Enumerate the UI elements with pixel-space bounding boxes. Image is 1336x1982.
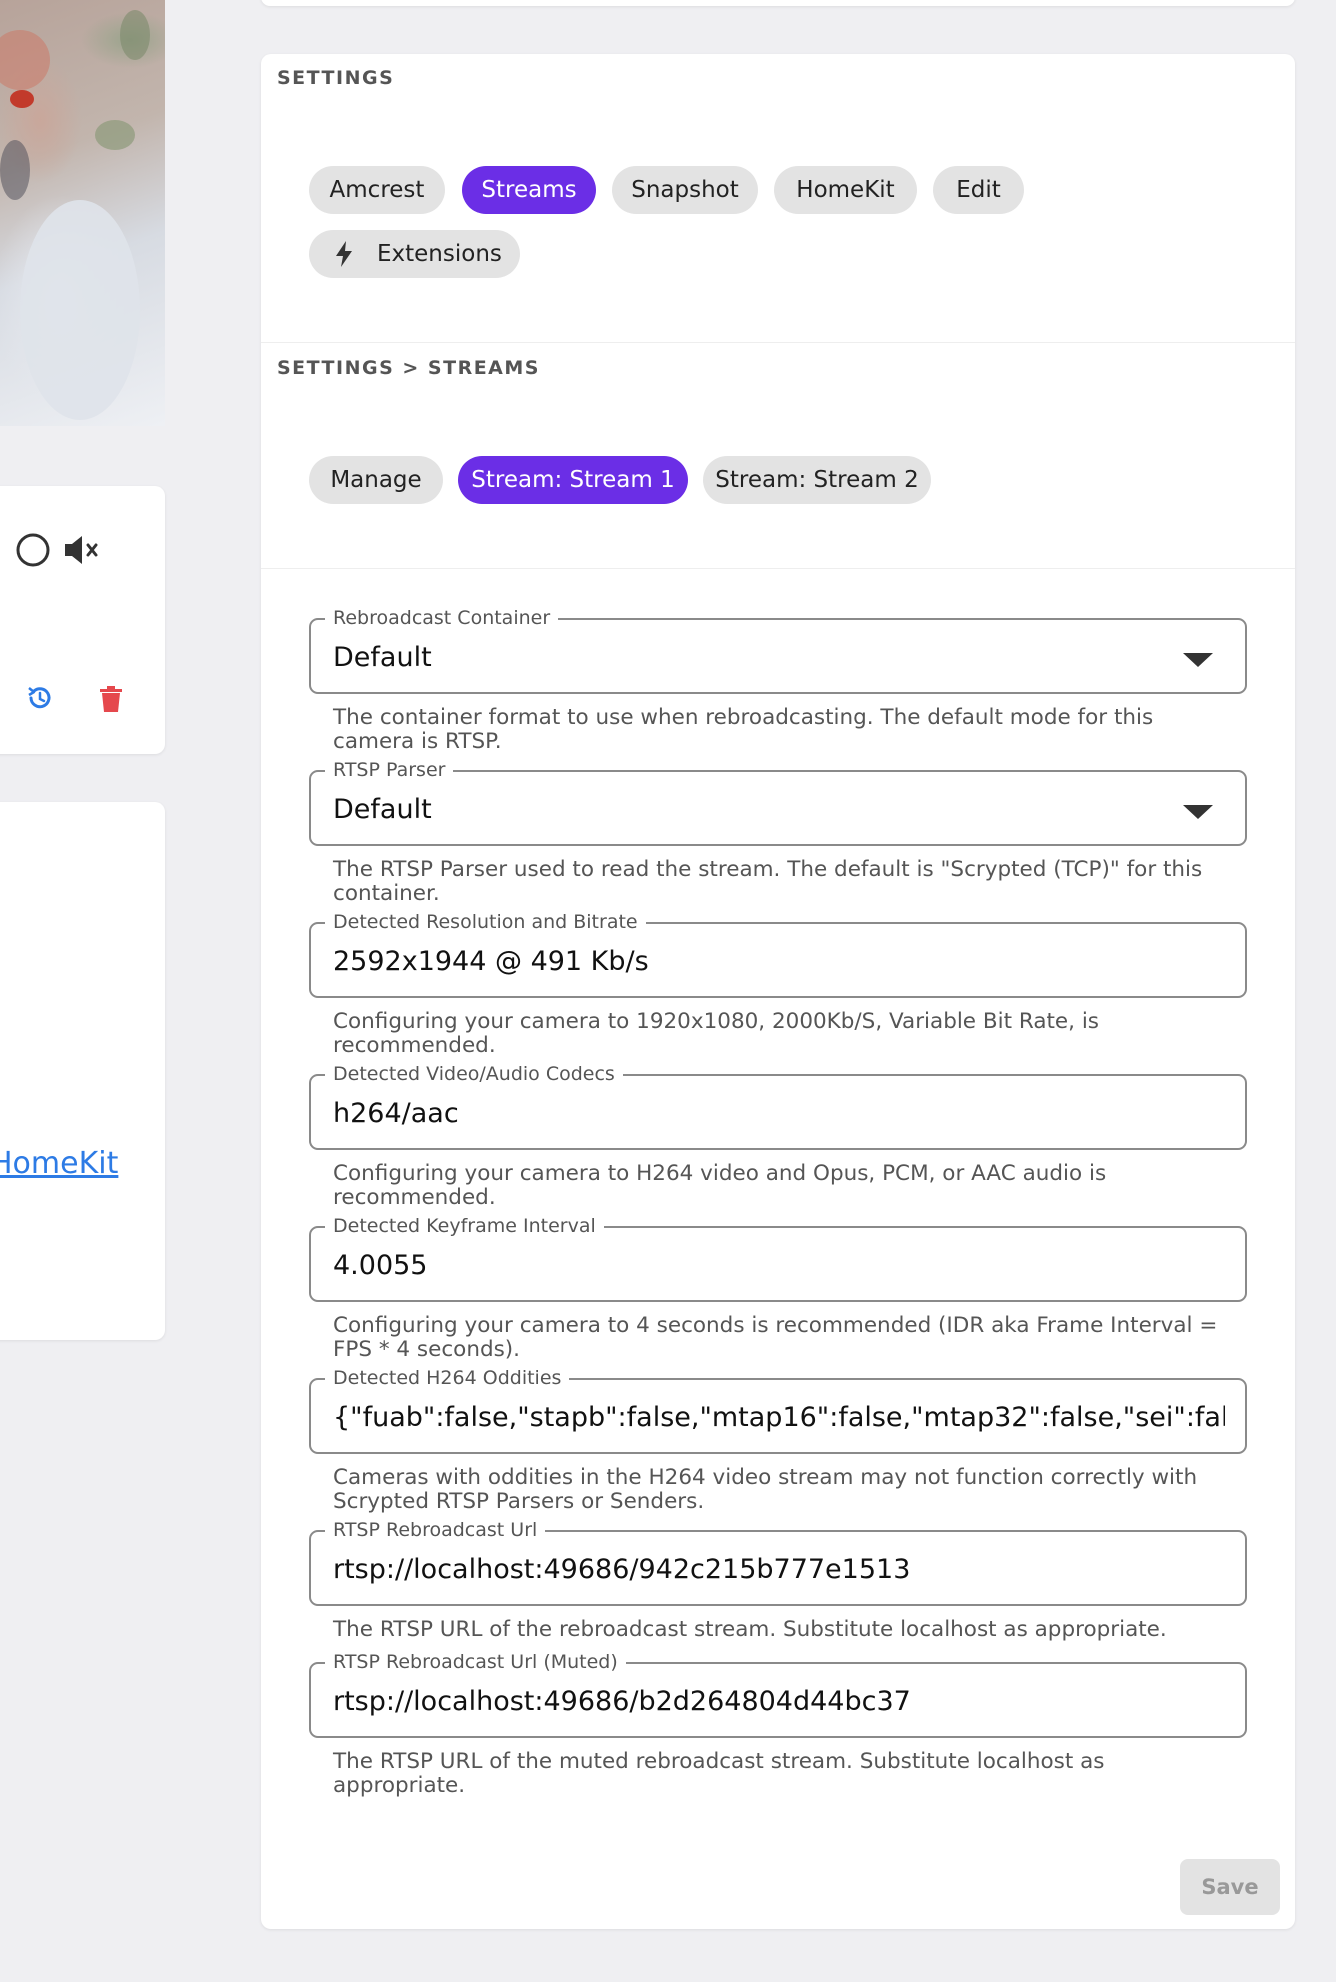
save-button[interactable]: Save (1180, 1859, 1280, 1915)
field-label: Detected Keyframe Interval (325, 1214, 604, 1238)
field-label: Detected Video/Audio Codecs (325, 1062, 623, 1086)
field-label: Rebroadcast Container (325, 606, 559, 630)
camera-snapshot-thumbnail[interactable] (0, 0, 165, 426)
tab-homekit[interactable]: HomeKit (774, 166, 917, 214)
previous-card-edge (261, 0, 1295, 6)
field-hint: Configuring your camera to 1920x1080, 20… (333, 1009, 1100, 1058)
field-value: {"fuab":false,"stapb":false,"mtap16":fal… (333, 1402, 1225, 1433)
field-hint: Configuring your camera to H264 video an… (333, 1161, 1107, 1210)
h264-oddities-field[interactable]: Detected H264 Oddities {"fuab":false,"st… (309, 1366, 1247, 1454)
field-value: Default (333, 794, 432, 825)
dropdown-caret-icon (1183, 653, 1213, 667)
homekit-link[interactable]: HomeKit (0, 1146, 118, 1181)
divider (261, 342, 1295, 343)
field-label: Detected Resolution and Bitrate (325, 910, 646, 934)
settings-title: SETTINGS (277, 67, 395, 89)
history-icon[interactable] (26, 684, 54, 712)
tab-amcrest[interactable]: Amcrest (309, 166, 445, 214)
field-value: rtsp://localhost:49686/b2d264804d44bc37 (333, 1686, 911, 1717)
field-hint: The RTSP URL of the muted rebroadcast st… (333, 1749, 1105, 1798)
camera-info-card (0, 802, 165, 1340)
rtsp-rebroadcast-url-muted-field[interactable]: RTSP Rebroadcast Url (Muted) rtsp://loca… (309, 1650, 1247, 1738)
field-value: Default (333, 642, 432, 673)
field-label: RTSP Rebroadcast Url (Muted) (325, 1650, 626, 1674)
tab-extensions[interactable]: Extensions (309, 230, 520, 278)
streams-title: SETTINGS > STREAMS (277, 357, 540, 379)
field-value: 4.0055 (333, 1250, 428, 1281)
tab-stream-2[interactable]: Stream: Stream 2 (703, 456, 931, 504)
field-hint: The container format to use when rebroad… (333, 705, 1154, 754)
keyframe-interval-field[interactable]: Detected Keyframe Interval 4.0055 (309, 1214, 1247, 1302)
camera-controls-card (0, 486, 165, 754)
tab-edit[interactable]: Edit (933, 166, 1024, 214)
tab-streams[interactable]: Streams (462, 166, 596, 214)
record-circle-icon[interactable] (14, 531, 52, 569)
field-label: Detected H264 Oddities (325, 1366, 570, 1390)
rtsp-rebroadcast-url-field[interactable]: RTSP Rebroadcast Url rtsp://localhost:49… (309, 1518, 1247, 1606)
field-hint: The RTSP URL of the rebroadcast stream. … (333, 1617, 1167, 1642)
trash-icon[interactable] (98, 685, 124, 713)
field-label: RTSP Parser (325, 758, 454, 782)
divider (261, 568, 1295, 569)
extensions-label: Extensions (377, 241, 502, 267)
field-hint: Configuring your camera to 4 seconds is … (333, 1313, 1218, 1362)
dropdown-caret-icon (1183, 805, 1213, 819)
tab-snapshot[interactable]: Snapshot (612, 166, 758, 214)
settings-card: SETTINGS Amcrest Streams Snapshot HomeKi… (261, 54, 1295, 1929)
field-value: h264/aac (333, 1098, 459, 1129)
codecs-field[interactable]: Detected Video/Audio Codecs h264/aac (309, 1062, 1247, 1150)
resolution-bitrate-field[interactable]: Detected Resolution and Bitrate 2592x194… (309, 910, 1247, 998)
field-label: RTSP Rebroadcast Url (325, 1518, 546, 1542)
tab-stream-1[interactable]: Stream: Stream 1 (458, 456, 688, 504)
field-value: 2592x1944 @ 491 Kb/s (333, 946, 649, 977)
rebroadcast-container-select[interactable]: Rebroadcast Container Default (309, 606, 1247, 694)
rtsp-parser-select[interactable]: RTSP Parser Default (309, 758, 1247, 846)
bolt-icon (336, 241, 352, 267)
field-value: rtsp://localhost:49686/942c215b777e1513 (333, 1554, 911, 1585)
field-hint: Cameras with oddities in the H264 video … (333, 1465, 1198, 1514)
field-hint: The RTSP Parser used to read the stream.… (333, 857, 1203, 906)
mute-icon[interactable] (62, 532, 102, 568)
tab-manage[interactable]: Manage (309, 456, 443, 504)
